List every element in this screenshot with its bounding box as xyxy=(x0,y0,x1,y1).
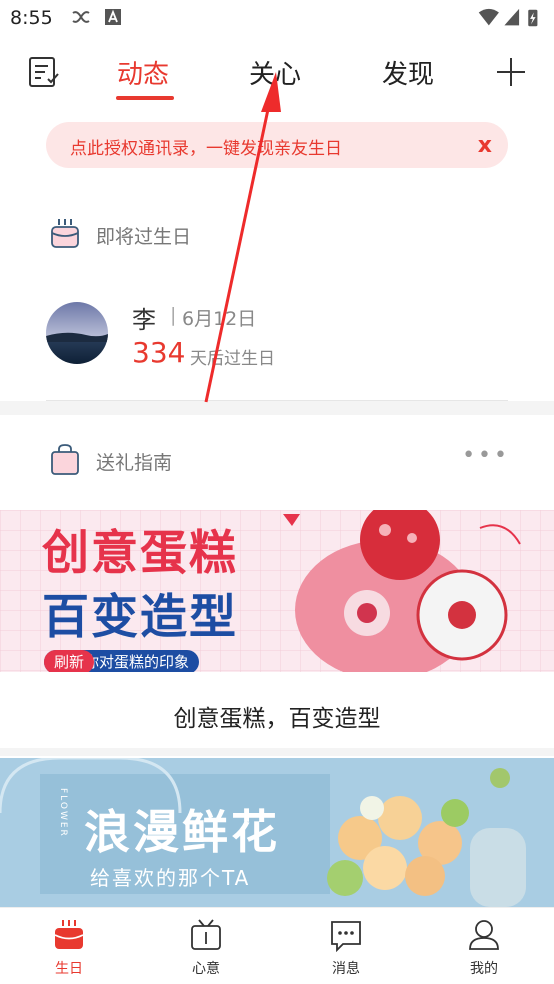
bottom-nav-messages[interactable]: 消息 xyxy=(306,918,386,978)
add-icon[interactable] xyxy=(496,57,526,87)
status-time: 8:55 xyxy=(10,7,53,29)
top-nav: 动态 关心 发现 xyxy=(0,40,554,104)
shopping-bag-icon xyxy=(51,444,79,475)
flower-banner[interactable]: FLOWER 浪漫鲜花 给喜欢的那个TA xyxy=(0,758,554,907)
days-until-birthday: 334 xyxy=(132,336,186,369)
days-suffix: 天后过生日 xyxy=(190,349,275,369)
chat-bubble-icon xyxy=(331,921,361,952)
system-status-icons xyxy=(478,8,538,27)
cake-banner-line1: 创意蛋糕 xyxy=(42,526,238,581)
auth-banner-text: 点此授权通讯录，一键发现亲友生日 xyxy=(70,139,342,159)
separator: | xyxy=(170,304,177,326)
bottom-nav-gift[interactable]: 心意 xyxy=(166,918,246,978)
cake-tag-left: 刷新 xyxy=(44,650,94,672)
contact-name: 李 xyxy=(132,306,156,334)
section-separator xyxy=(0,401,554,415)
avatar xyxy=(46,302,108,364)
tab-dongtai[interactable]: 动态 xyxy=(117,54,169,91)
flower-vertical-text: FLOWER xyxy=(58,788,68,838)
status-bar: 8:55 xyxy=(0,0,554,38)
active-tab-indicator xyxy=(116,96,174,100)
tab-guanxin[interactable]: 关心 xyxy=(249,54,301,91)
bottom-nav-label: 我的 xyxy=(470,961,498,977)
bottom-nav-label: 消息 xyxy=(332,961,360,977)
more-options-icon[interactable]: ••• xyxy=(462,443,510,468)
notes-check-icon[interactable] xyxy=(28,56,60,88)
birthday-date: 6月12日 xyxy=(182,308,257,330)
keyboard-a-icon xyxy=(105,9,121,25)
bottom-nav: 生日 心意 消息 我的 xyxy=(0,907,554,984)
link-icon xyxy=(72,11,90,23)
tv-gift-icon xyxy=(191,919,221,950)
user-icon xyxy=(469,920,499,950)
bottom-nav-label: 生日 xyxy=(55,961,83,977)
cake-banner-line2: 百变造型 xyxy=(42,590,238,645)
bottom-nav-birthday[interactable]: 生日 xyxy=(29,918,109,978)
gift-guide-header: 送礼指南 ••• xyxy=(48,443,518,477)
cake-card-caption[interactable]: 创意蛋糕，百变造型 xyxy=(0,699,554,733)
tab-faxian[interactable]: 发现 xyxy=(382,54,434,91)
birthday-cake-icon xyxy=(54,920,84,949)
upcoming-birthday-header: 即将过生日 xyxy=(48,217,518,251)
signal-icon xyxy=(504,8,520,26)
wifi-icon xyxy=(478,8,499,26)
birthday-cake-icon xyxy=(51,219,79,248)
section-title: 送礼指南 xyxy=(96,452,173,474)
flower-banner-title: 浪漫鲜花 xyxy=(84,805,280,859)
card-separator xyxy=(0,748,554,756)
close-icon[interactable]: x xyxy=(478,133,492,158)
flower-banner-subtitle: 给喜欢的那个TA xyxy=(90,866,251,890)
birthday-entry[interactable]: 李 | 6月12日 334 天后过生日 xyxy=(46,298,506,374)
bottom-nav-label: 心意 xyxy=(192,961,220,977)
contacts-auth-banner[interactable]: 点此授权通讯录，一键发现亲友生日 x xyxy=(46,122,508,168)
section-title: 即将过生日 xyxy=(96,226,192,248)
bottom-nav-profile[interactable]: 我的 xyxy=(444,918,524,978)
cake-banner[interactable]: 创意蛋糕 百变造型 你对蛋糕的印象 刷新 xyxy=(0,510,554,672)
